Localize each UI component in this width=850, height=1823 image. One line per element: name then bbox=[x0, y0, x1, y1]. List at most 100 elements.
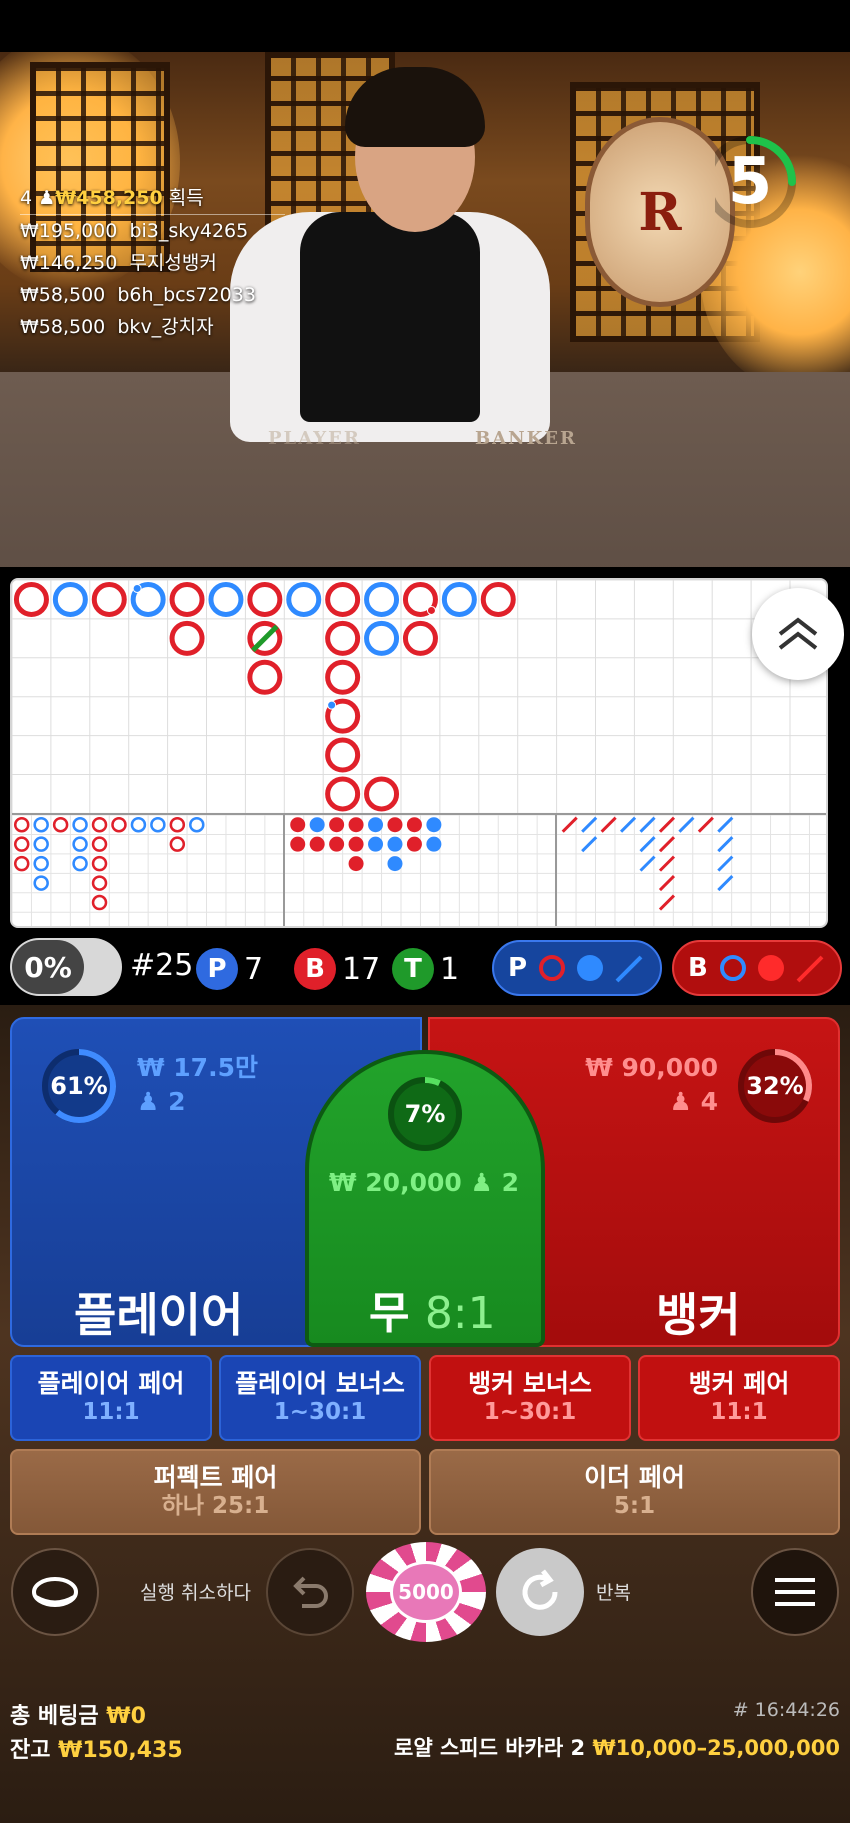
banker-dot-icon: B bbox=[294, 948, 336, 990]
winner-row: ₩58,500 bkv_강치자 bbox=[20, 316, 214, 338]
small-road-mark bbox=[387, 856, 403, 872]
cockroach-mark bbox=[639, 816, 656, 833]
bet-spot-player-pair[interactable]: 플레이어 페어 11:1 bbox=[10, 1355, 212, 1441]
menu-button[interactable] bbox=[751, 1548, 839, 1636]
cockroach-mark bbox=[678, 816, 695, 833]
big-road-mark bbox=[364, 776, 400, 812]
big-road-mark bbox=[325, 776, 361, 812]
cockroach-mark bbox=[581, 836, 598, 853]
undo-button[interactable] bbox=[266, 1548, 354, 1636]
player-stake: ₩ 17.5만 ♟ 2 bbox=[137, 1053, 258, 1116]
player-win-count: P7 bbox=[196, 948, 263, 990]
small-road-mark bbox=[348, 817, 364, 833]
player-label: 플레이어 bbox=[74, 1288, 244, 1342]
roadmap-board bbox=[10, 578, 828, 928]
big-road-mark bbox=[402, 620, 438, 656]
big-road-mark bbox=[52, 581, 88, 617]
small-road-mark bbox=[329, 817, 345, 833]
small-road-mark bbox=[309, 836, 325, 852]
big-road-mark bbox=[91, 581, 127, 617]
big-road-mark bbox=[325, 581, 361, 617]
round-number: #25 bbox=[130, 948, 194, 983]
chip-selector[interactable]: 5000 bbox=[366, 1542, 486, 1642]
cockroach-mark bbox=[697, 816, 714, 833]
table-view-button[interactable] bbox=[11, 1548, 99, 1636]
prediction-symbols-icon bbox=[539, 955, 643, 983]
table-word-banker: BANKER bbox=[475, 428, 577, 449]
cockroach-mark bbox=[658, 855, 676, 872]
statistics-toggle[interactable]: 0% bbox=[10, 938, 122, 996]
cockroach-mark bbox=[581, 816, 598, 833]
undo-icon bbox=[293, 1576, 328, 1608]
big-road-mark bbox=[441, 581, 477, 617]
chevron-up-double-icon bbox=[778, 617, 818, 650]
big-eye-mark bbox=[72, 836, 88, 852]
big-eye-mark bbox=[130, 816, 147, 833]
big-road-mark bbox=[325, 620, 361, 656]
big-road-mark bbox=[286, 581, 322, 617]
bet-spot-either-pair[interactable]: 이더 페어 5:1 bbox=[429, 1449, 840, 1535]
cockroach-mark bbox=[658, 875, 676, 892]
big-eye-mark bbox=[91, 836, 108, 852]
prediction-symbols-icon bbox=[719, 955, 824, 983]
big-eye-mark bbox=[91, 816, 108, 833]
winner-row: ₩195,000 bi3_sky4265 bbox=[20, 220, 249, 242]
big-eye-mark bbox=[111, 816, 127, 833]
winners-header: 4 ♟₩458,250 획득 bbox=[20, 182, 285, 215]
big-eye-mark bbox=[72, 855, 88, 872]
big-road-mark bbox=[364, 620, 400, 656]
banker-stake: ₩ 90,000 ♟ 4 bbox=[585, 1053, 718, 1116]
winners-list: 4 ♟₩458,250 획득 ₩195,000 bi3_sky4265 ₩146… bbox=[20, 182, 285, 343]
small-road-mark bbox=[348, 856, 364, 872]
big-eye-mark bbox=[33, 875, 49, 891]
small-road-mark bbox=[406, 817, 422, 833]
baccarat-app: R PLAYER BANKER 4 ♟₩458,250 획득 ₩195,000 … bbox=[0, 0, 850, 1823]
big-road-mark bbox=[13, 581, 49, 617]
hamburger-icon bbox=[775, 1578, 815, 1606]
predict-player-button[interactable]: P bbox=[492, 940, 662, 996]
player-pair-dot bbox=[327, 700, 337, 710]
cockroach-mark bbox=[639, 836, 656, 853]
cockroach-mark bbox=[717, 875, 734, 892]
tie-stake: ₩ 20,000 ♟ 2 bbox=[329, 1168, 520, 1197]
banker-label: 뱅커 bbox=[656, 1288, 741, 1342]
bet-spot-banker-pair[interactable]: 뱅커 페어 11:1 bbox=[638, 1355, 840, 1441]
countdown-timer: 5 bbox=[704, 132, 815, 232]
big-road-mark bbox=[208, 581, 244, 617]
big-road-mark bbox=[247, 581, 283, 617]
expand-roadmap-button[interactable] bbox=[752, 588, 844, 680]
bet-spot-player-bonus[interactable]: 플레이어 보너스 1~30:1 bbox=[219, 1355, 421, 1441]
cockroach-mark bbox=[658, 894, 676, 911]
big-eye-mark bbox=[33, 836, 49, 852]
player-dot-icon: P bbox=[196, 948, 238, 990]
table-icon bbox=[32, 1577, 78, 1607]
big-eye-mark bbox=[33, 855, 49, 872]
cockroach-mark bbox=[717, 836, 734, 853]
predict-banker-button[interactable]: B bbox=[672, 940, 842, 996]
big-eye-mark bbox=[169, 816, 186, 833]
bet-spot-banker-bonus[interactable]: 뱅커 보너스 1~30:1 bbox=[429, 1355, 631, 1441]
chip-value: 5000 bbox=[390, 1561, 462, 1623]
repeat-label: 반복 bbox=[596, 1582, 631, 1604]
tie-mark bbox=[251, 624, 279, 653]
bet-spot-perfect-pair[interactable]: 퍼펙트 페어 하나 25:1 bbox=[10, 1449, 421, 1535]
big-road-mark bbox=[480, 581, 516, 617]
player-percent-ring: 61% bbox=[39, 1046, 119, 1126]
cockroach-mark bbox=[561, 816, 578, 833]
big-eye-mark bbox=[33, 816, 49, 833]
big-road-mark bbox=[364, 581, 400, 617]
small-road-mark bbox=[387, 817, 403, 833]
repeat-button[interactable] bbox=[496, 1548, 584, 1636]
small-road-mark bbox=[368, 836, 384, 852]
small-road-mark bbox=[348, 836, 364, 852]
undo-label: 실행 취소하다 bbox=[140, 1582, 251, 1604]
timer-value: 5 bbox=[727, 145, 773, 219]
big-eye-mark bbox=[52, 816, 69, 833]
player-pair-dot bbox=[132, 583, 142, 593]
small-road-mark bbox=[290, 836, 306, 852]
game-id: # 16:44:26 bbox=[732, 1699, 840, 1721]
table-word-player: PLAYER bbox=[268, 428, 361, 449]
big-eye-mark bbox=[91, 894, 108, 911]
bet-spot-tie[interactable]: 7% ₩ 20,000 ♟ 2 무 8:1 bbox=[305, 1050, 545, 1347]
tie-win-count: T1 bbox=[392, 948, 459, 990]
